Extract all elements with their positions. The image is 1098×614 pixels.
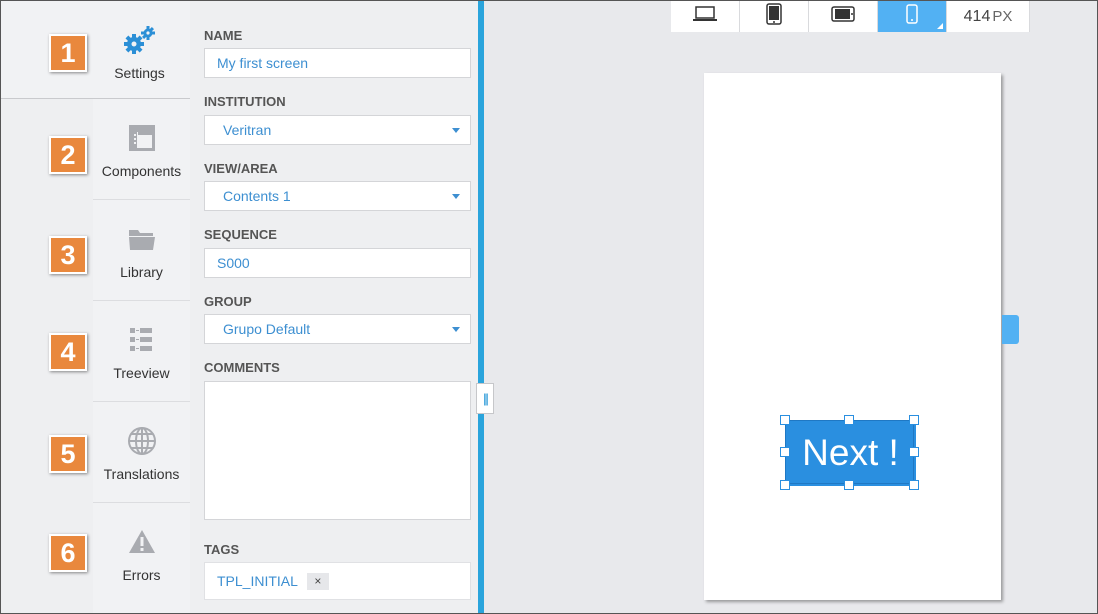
nav-label: Treeview: [113, 365, 170, 381]
nav-label: Translations: [103, 466, 180, 482]
view-area-select[interactable]: Contents 1: [204, 181, 471, 211]
nav-item-translations[interactable]: Translations: [93, 402, 190, 503]
caret-down-icon: [452, 194, 460, 199]
sequence-label: SEQUENCE: [204, 227, 277, 242]
device-tablet-landscape-button[interactable]: [809, 1, 878, 32]
phone-icon: [906, 4, 918, 29]
tablet-landscape-icon: [831, 6, 855, 27]
device-tablet-button[interactable]: [740, 1, 809, 32]
nav-item-settings[interactable]: Settings: [1, 1, 190, 99]
nav-label: Settings: [114, 65, 165, 81]
caret-down-icon: [452, 128, 460, 133]
view-area-label: VIEW/AREA: [204, 161, 278, 176]
nav-label: Library: [120, 264, 163, 280]
laptop-icon: [693, 6, 717, 27]
step-badge: 3: [49, 236, 87, 274]
step-badge: 1: [49, 34, 87, 72]
device-desktop-button[interactable]: [671, 1, 740, 32]
group-value: Grupo Default: [223, 321, 311, 337]
sequence-field[interactable]: S000: [204, 248, 471, 278]
warning-icon: [127, 525, 157, 559]
resize-handle-n[interactable]: [844, 415, 854, 425]
resize-handle-nw[interactable]: [780, 415, 790, 425]
canvas-side-tab[interactable]: [1002, 315, 1019, 344]
viewport-width-value: 414: [963, 7, 991, 25]
institution-select[interactable]: Veritran: [204, 115, 471, 145]
device-toolbar: 414 PX: [671, 1, 1030, 32]
resize-handle-s[interactable]: [844, 480, 854, 490]
nav-item-treeview[interactable]: Treeview: [93, 301, 190, 402]
corner-indicator-icon: [937, 23, 943, 29]
next-button[interactable]: Next !: [785, 420, 916, 486]
settings-form: NAME My first screen INSTITUTION Veritra…: [190, 1, 478, 613]
view-area-value: Contents 1: [223, 188, 291, 204]
step-badge: 6: [49, 534, 87, 572]
viewport-width[interactable]: 414 PX: [947, 1, 1030, 32]
device-phone-button[interactable]: [878, 1, 947, 32]
nav-label: Components: [101, 163, 182, 179]
step-badge: 4: [49, 333, 87, 371]
nav-item-components[interactable]: Components: [93, 99, 190, 200]
components-icon: [128, 121, 156, 155]
viewport-width-unit: PX: [992, 8, 1013, 25]
nav-label: Errors: [122, 567, 161, 583]
comments-textarea[interactable]: [204, 381, 471, 520]
nav-item-library[interactable]: Library: [93, 200, 190, 301]
name-label: NAME: [204, 28, 243, 43]
tags-label: TAGS: [204, 542, 240, 557]
group-label: GROUP: [204, 294, 252, 309]
step-badge: 5: [49, 435, 87, 473]
resize-handle[interactable]: |||: [476, 383, 494, 414]
resize-handle-e[interactable]: [909, 447, 919, 457]
gears-icon: [123, 23, 157, 57]
institution-value: Veritran: [223, 122, 272, 138]
step-badge: 2: [49, 136, 87, 174]
resize-handle-se[interactable]: [909, 480, 919, 490]
group-select[interactable]: Grupo Default: [204, 314, 471, 344]
globe-icon: [127, 424, 157, 458]
left-nav: Settings Components Library Treeview Tra…: [1, 1, 190, 613]
comments-label: COMMENTS: [204, 360, 280, 375]
resize-handle-w[interactable]: [780, 447, 790, 457]
tags-input[interactable]: TPL_INITIAL ×: [204, 562, 471, 600]
app-frame: Settings Components Library Treeview Tra…: [0, 0, 1098, 614]
name-field[interactable]: My first screen: [204, 48, 471, 78]
nav-item-errors[interactable]: Errors: [93, 503, 190, 613]
panel-divider: [478, 1, 484, 613]
tablet-icon: [766, 3, 782, 30]
folder-icon: [127, 222, 157, 256]
caret-down-icon: [452, 327, 460, 332]
resize-handle-sw[interactable]: [780, 480, 790, 490]
tree-icon: [128, 323, 156, 357]
tag-remove-button[interactable]: ×: [306, 572, 329, 590]
phone-canvas[interactable]: [704, 73, 1001, 600]
institution-label: INSTITUTION: [204, 94, 286, 109]
resize-handle-ne[interactable]: [909, 415, 919, 425]
tag-chip: TPL_INITIAL: [217, 573, 298, 589]
